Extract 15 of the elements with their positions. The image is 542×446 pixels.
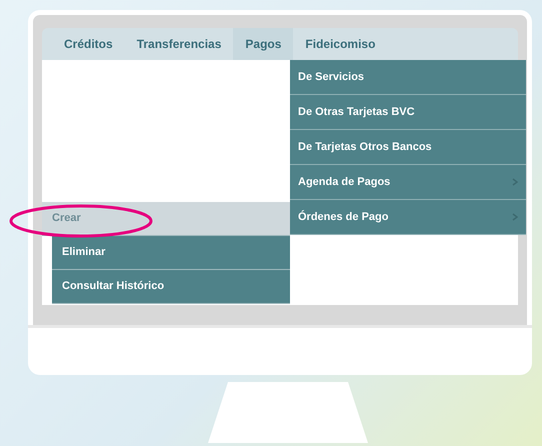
menu-item[interactable]: Crear: [42, 202, 290, 236]
submenu-item[interactable]: Agenda de Pagos: [290, 165, 526, 200]
monitor-stand-icon: [208, 382, 368, 443]
menu-tab[interactable]: Créditos: [52, 28, 125, 60]
chevron-right-icon: [512, 178, 518, 186]
menu-item[interactable]: Consultar Histórico: [52, 270, 290, 304]
menu-tab[interactable]: Pagos: [233, 28, 294, 60]
submenu-item[interactable]: De Servicios: [290, 60, 526, 95]
chevron-right-icon: [512, 213, 518, 221]
menu-tab[interactable]: Fideicomiso: [293, 28, 388, 60]
menu-tab[interactable]: Transferencias: [124, 28, 234, 60]
submenu-item[interactable]: De Otras Tarjetas BVC: [290, 95, 526, 130]
submenu-item[interactable]: Órdenes de Pago: [290, 200, 526, 235]
submenu-item[interactable]: De Tarjetas Otros Bancos: [290, 130, 526, 165]
menu-item[interactable]: Eliminar: [52, 236, 290, 270]
